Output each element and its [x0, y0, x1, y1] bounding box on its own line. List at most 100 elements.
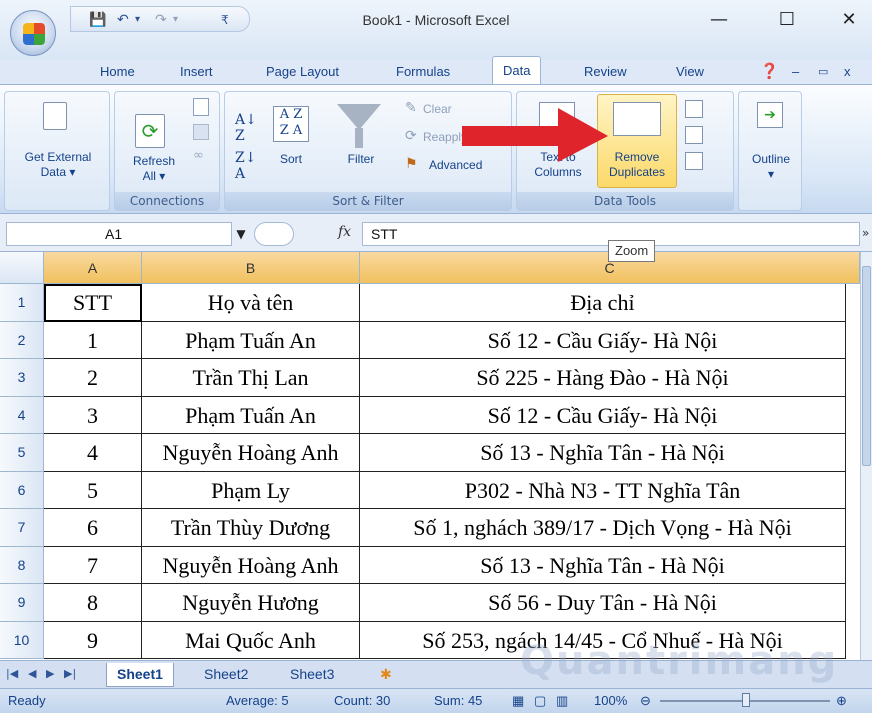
ribbon-minimize-icon[interactable]: – [792, 60, 799, 84]
row-header[interactable]: 9 [0, 584, 44, 622]
cell-addr[interactable]: Số 56 - Duy Tân - Hà Nội [360, 584, 846, 622]
vertical-scroll-thumb[interactable] [862, 266, 871, 466]
cell-name[interactable]: Nguyễn Hương [142, 584, 360, 622]
row-header[interactable]: 1 [0, 284, 44, 322]
cell-addr[interactable]: Địa chỉ [360, 284, 846, 322]
cell-addr[interactable]: Số 1, nghách 389/17 - Dịch Vọng - Hà Nội [360, 509, 846, 547]
insert-sheet-icon[interactable]: ✱ [370, 663, 402, 687]
column-header-a[interactable]: A [44, 252, 142, 284]
row-header[interactable]: 6 [0, 471, 44, 509]
cell-stt[interactable]: 6 [44, 509, 142, 547]
help-icon[interactable]: ❓ [760, 60, 779, 84]
maximize-button[interactable]: ☐ [772, 8, 802, 32]
vertical-scrollbar[interactable] [860, 252, 872, 660]
filter-button[interactable]: Filter [337, 152, 385, 167]
cell-stt[interactable]: 5 [44, 471, 142, 509]
get-external-data-button[interactable]: Get External Data ▾ [5, 150, 111, 180]
edit-links-icon[interactable]: ∞ [193, 148, 204, 163]
select-all-corner[interactable] [0, 252, 44, 284]
reapply-button[interactable]: Reapply [423, 130, 467, 145]
cell-name[interactable]: Nguyễn Hoàng Anh [142, 546, 360, 584]
expand-formula-icon[interactable]: » [862, 226, 869, 240]
cell-name[interactable]: Họ và tên [142, 284, 360, 322]
tab-data[interactable]: Data [492, 56, 542, 86]
tab-insert[interactable]: Insert [180, 60, 213, 84]
sheet-tab-sheet3[interactable]: Sheet3 [280, 663, 344, 687]
group-connections: ⟳ ∞ Refresh All ▾ Connections [114, 91, 220, 211]
close-button[interactable]: ✕ [834, 8, 864, 32]
tab-view[interactable]: View [676, 60, 704, 84]
tab-home[interactable]: Home [100, 60, 135, 84]
cell-name[interactable]: Trần Thị Lan [142, 359, 360, 397]
worksheet-grid[interactable]: A B C 1 STT Họ và tên Địa chỉ 2 1 Phạm Tuấn An… [0, 252, 860, 660]
tab-page-layout[interactable]: Page Layout [266, 60, 339, 84]
last-sheet-icon[interactable]: ▶| [64, 667, 76, 680]
row-header[interactable]: 3 [0, 359, 44, 397]
cell-addr[interactable]: Số 12 - Cầu Giấy- Hà Nội [360, 321, 846, 359]
sheet-tab-sheet1[interactable]: Sheet1 [106, 663, 174, 687]
zoom-level[interactable]: 100% [594, 693, 627, 708]
sort-button[interactable]: Sort [271, 152, 311, 167]
cell-name[interactable]: Phạm Tuấn An [142, 396, 360, 434]
ribbon-restore-icon[interactable]: ▭ [818, 60, 828, 84]
cell-name[interactable]: Trần Thùy Dương [142, 509, 360, 547]
name-box[interactable]: A1 [6, 222, 232, 246]
cell-name[interactable]: Phạm Tuấn An [142, 321, 360, 359]
formula-bar-expander[interactable] [254, 222, 294, 246]
row-header[interactable]: 7 [0, 509, 44, 547]
filter-icon [337, 104, 381, 130]
page-break-view-icon[interactable]: ▥ [556, 693, 568, 709]
minimize-button[interactable]: — [704, 8, 734, 32]
normal-view-icon[interactable]: ▦ [512, 693, 524, 709]
sort-a-to-z-icon[interactable]: A↓ Z [235, 112, 257, 144]
row-header[interactable]: 2 [0, 321, 44, 359]
cell-name[interactable]: Nguyễn Hoàng Anh [142, 434, 360, 472]
row-header[interactable]: 10 [0, 621, 44, 659]
row-header[interactable]: 5 [0, 434, 44, 472]
prev-sheet-icon[interactable]: ◀ [28, 667, 36, 680]
zoom-slider-thumb[interactable] [742, 693, 750, 707]
insert-function-icon[interactable]: fx [338, 224, 351, 240]
clear-button[interactable]: Clear [423, 102, 452, 117]
status-bar: Ready Average: 5 Count: 30 Sum: 45 ▦ ▢ ▥… [0, 688, 872, 713]
cell-stt[interactable]: 3 [44, 396, 142, 434]
cell-stt[interactable]: 1 [44, 321, 142, 359]
consolidate-icon[interactable] [685, 126, 703, 144]
refresh-all-button[interactable]: Refresh All ▾ [119, 154, 189, 184]
cell-addr[interactable]: P302 - Nhà N3 - TT Nghĩa Tân [360, 471, 846, 509]
ribbon-close-icon[interactable]: x [844, 60, 851, 84]
cell-addr[interactable]: Số 13 - Nghĩa Tân - Hà Nội [360, 546, 846, 584]
first-sheet-icon[interactable]: |◀ [6, 667, 18, 680]
sort-z-to-a-icon[interactable]: Z↓ A [235, 150, 256, 182]
cell-name[interactable]: Mai Quốc Anh [142, 621, 360, 659]
zoom-in-icon[interactable]: ⊕ [836, 693, 847, 709]
cell-addr[interactable]: Số 225 - Hàng Đào - Hà Nội [360, 359, 846, 397]
cell-addr[interactable]: Số 12 - Cầu Giấy- Hà Nội [360, 396, 846, 434]
filter-stem [355, 128, 363, 148]
empty-area[interactable] [846, 284, 860, 659]
cell-stt[interactable]: 2 [44, 359, 142, 397]
next-sheet-icon[interactable]: ▶ [46, 667, 54, 680]
cell-stt[interactable]: 8 [44, 584, 142, 622]
what-if-analysis-icon[interactable] [685, 152, 703, 170]
name-box-dropdown-icon[interactable]: ▼ [232, 222, 250, 246]
cell-stt[interactable]: 9 [44, 621, 142, 659]
cell-stt[interactable]: 4 [44, 434, 142, 472]
cell-stt[interactable]: 7 [44, 546, 142, 584]
cell-name[interactable]: Phạm Ly [142, 471, 360, 509]
outline-button[interactable]: Outline ▾ [739, 152, 803, 182]
cell-addr[interactable]: Số 13 - Nghĩa Tân - Hà Nội [360, 434, 846, 472]
row-header[interactable]: 4 [0, 396, 44, 434]
connections-icon[interactable] [193, 98, 209, 116]
tab-formulas[interactable]: Formulas [396, 60, 450, 84]
data-validation-icon[interactable] [685, 100, 703, 118]
column-header-b[interactable]: B [142, 252, 360, 284]
zoom-out-icon[interactable]: ⊖ [640, 693, 651, 709]
cell-stt[interactable]: STT [44, 284, 142, 322]
sheet-tab-sheet2[interactable]: Sheet2 [194, 663, 258, 687]
properties-icon[interactable] [193, 124, 209, 140]
tab-review[interactable]: Review [584, 60, 627, 84]
page-layout-view-icon[interactable]: ▢ [534, 693, 546, 709]
row-header[interactable]: 8 [0, 546, 44, 584]
clear-icon: ✎ [405, 100, 417, 116]
